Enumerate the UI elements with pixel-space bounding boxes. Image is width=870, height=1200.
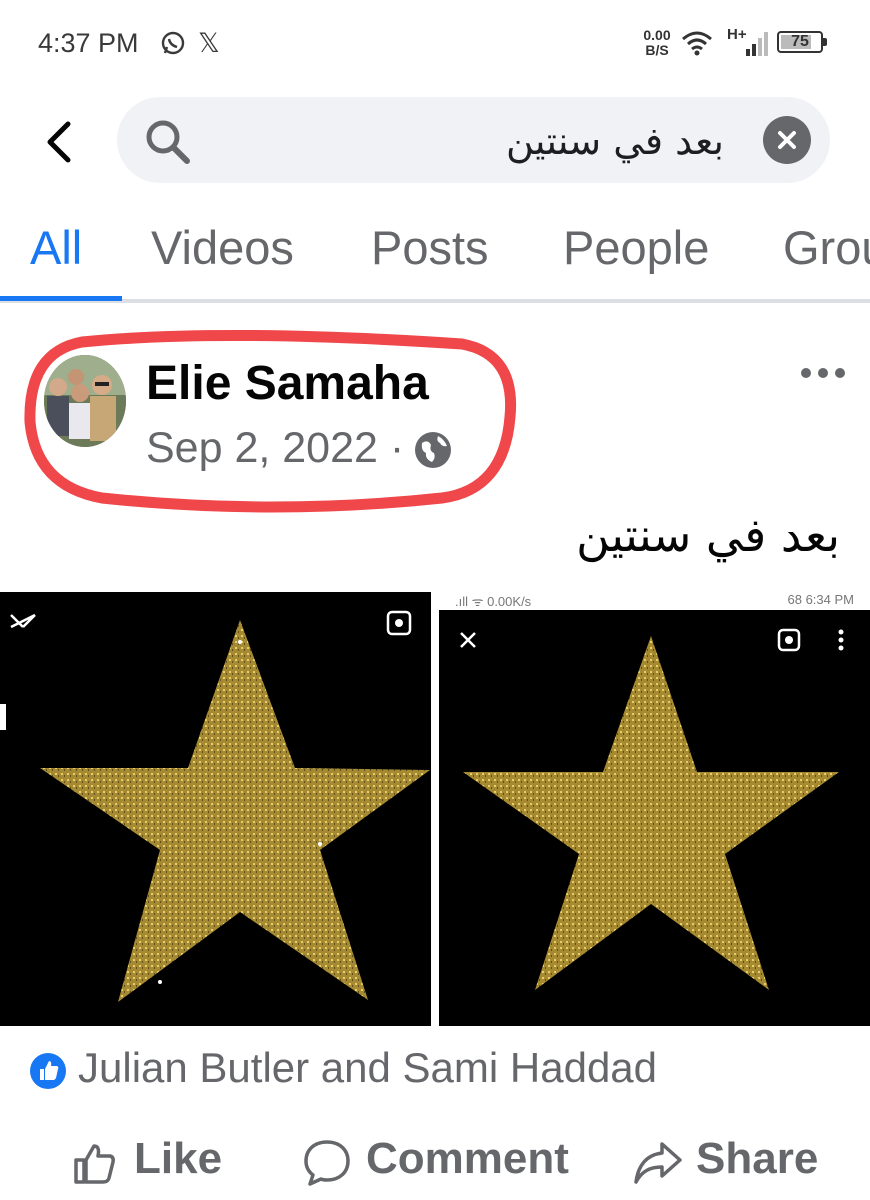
share-icon (634, 1142, 682, 1184)
status-time: 4:37 PM (38, 28, 139, 58)
clear-search-button[interactable] (763, 116, 811, 164)
battery-icon: 75 (777, 31, 827, 53)
post-image-left[interactable] (0, 592, 431, 1026)
active-tab-indicator (0, 296, 122, 301)
tab-videos[interactable]: Videos (151, 220, 294, 275)
tabs-divider (0, 299, 870, 303)
post-image-right[interactable]: .ıll ᯤ 0.00K/s 68 6:34 PM (439, 592, 870, 1026)
network-speed: 0.00 B/S (637, 28, 677, 58)
more-options-icon[interactable] (800, 366, 846, 385)
like-reaction-icon (30, 1053, 66, 1089)
signal-icon (746, 32, 770, 61)
thumbs-up-icon (74, 1144, 115, 1184)
network-type: H+ (727, 26, 747, 43)
post-actions: Like Comment Share (0, 1130, 870, 1190)
close-icon (460, 632, 476, 648)
search-icon (143, 117, 193, 172)
search-filter-tabs: All Videos Posts People Grou (0, 200, 870, 304)
wifi-icon (681, 30, 713, 61)
tab-groups[interactable]: Grou (783, 220, 870, 275)
tab-people[interactable]: People (563, 220, 709, 275)
status-bar: 4:37 PM 𝕏 0.00 B/S H+ 75 (0, 0, 870, 88)
comment-label: Comment (366, 1134, 569, 1183)
x-icon: 𝕏 (198, 28, 220, 59)
reaction-names: Julian Butler and Sami Haddad (78, 1044, 658, 1091)
close-icon (778, 131, 796, 149)
comment-button[interactable]: Comment (302, 1130, 572, 1190)
back-arrow-icon[interactable] (40, 120, 80, 164)
tab-posts[interactable]: Posts (371, 220, 489, 275)
network-speed-unit: B/S (645, 42, 669, 58)
post-caption: بعد في سنتين (576, 508, 840, 562)
highlight-circle (24, 329, 517, 513)
share-button[interactable]: Share (632, 1130, 822, 1190)
search-bar[interactable]: بعد في سنتين (117, 97, 830, 183)
share-label: Share (696, 1134, 819, 1183)
tab-all[interactable]: All (30, 220, 82, 275)
comment-icon (304, 1140, 350, 1186)
network-speed-value: 0.00 (643, 27, 671, 43)
battery-level: 75 (791, 33, 809, 50)
search-input[interactable]: بعد في سنتين (506, 119, 724, 163)
like-button[interactable]: Like (70, 1130, 230, 1190)
close-icon (10, 613, 36, 629)
whatsapp-icon (160, 30, 186, 61)
like-label: Like (134, 1134, 223, 1183)
